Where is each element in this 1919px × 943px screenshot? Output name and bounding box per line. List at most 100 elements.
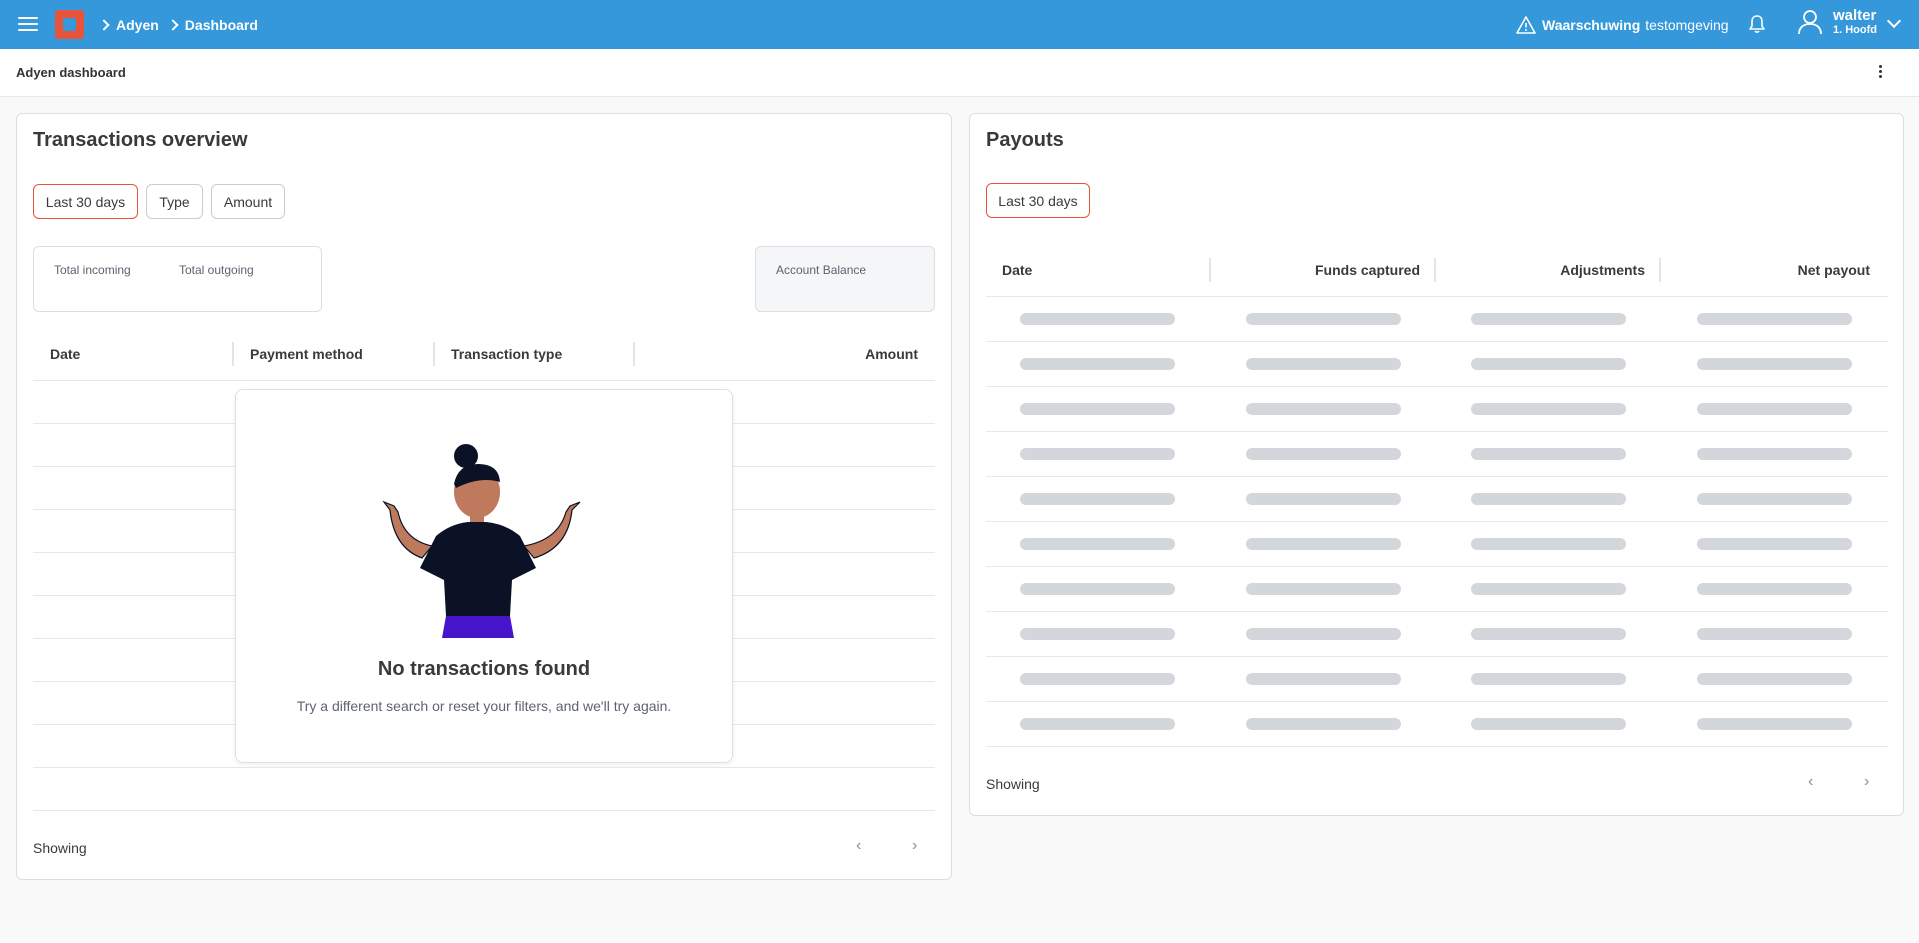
breadcrumb-item-adyen[interactable]: Adyen — [98, 17, 159, 33]
total-outgoing-label: Total outgoing — [179, 263, 254, 277]
filter-type[interactable]: Type — [146, 184, 203, 219]
loading-skeleton — [1471, 448, 1626, 460]
payouts-card — [969, 113, 1904, 816]
sub-header: Adyen dashboard — [0, 49, 1919, 97]
loading-skeleton — [1246, 538, 1401, 550]
breadcrumb-item-dashboard[interactable]: Dashboard — [167, 17, 258, 33]
empty-state: No transactions found Try a different se… — [235, 389, 733, 763]
warning-label: Waarschuwing — [1542, 16, 1641, 33]
app-logo[interactable] — [55, 10, 84, 39]
filter-last-30-days[interactable]: Last 30 days — [33, 184, 138, 219]
warning-env: testomgeving — [1645, 16, 1729, 33]
loading-skeleton — [1020, 718, 1175, 730]
loading-skeleton — [1020, 493, 1175, 505]
column-separator — [433, 342, 435, 366]
loading-skeleton — [1471, 313, 1626, 325]
shrugging-person-illustration — [382, 444, 581, 638]
table-row — [986, 656, 1888, 657]
table-divider — [986, 296, 1888, 297]
column-separator — [633, 342, 635, 366]
payouts-prev-page-icon[interactable]: ‹ — [1808, 773, 1813, 791]
loading-skeleton — [1246, 628, 1401, 640]
filter-amount[interactable]: Amount — [211, 184, 285, 219]
payouts-column-adjustments[interactable]: Adjustments — [1447, 262, 1645, 278]
loading-skeleton — [1471, 403, 1626, 415]
loading-skeleton — [1020, 583, 1175, 595]
table-row — [986, 386, 1888, 387]
loading-skeleton — [1697, 493, 1852, 505]
bell-icon[interactable] — [1746, 13, 1768, 35]
column-separator — [1659, 258, 1661, 282]
totals-summary: Total incoming Total outgoing — [33, 246, 322, 312]
transactions-prev-page-icon[interactable]: ‹ — [856, 837, 861, 855]
user-menu[interactable]: walter 1. Hoofd — [1833, 8, 1877, 38]
warning-icon — [1516, 15, 1536, 34]
loading-skeleton — [1246, 493, 1401, 505]
table-row — [986, 611, 1888, 612]
column-separator — [1209, 258, 1211, 282]
payouts-column-net-payout[interactable]: Net payout — [1672, 262, 1870, 278]
loading-skeleton — [1697, 583, 1852, 595]
payouts-column-date[interactable]: Date — [1002, 262, 1032, 278]
loading-skeleton — [1471, 673, 1626, 685]
chevron-right-icon — [98, 18, 110, 31]
page-title: Adyen dashboard — [16, 65, 126, 80]
breadcrumb: Adyen Dashboard — [98, 0, 266, 49]
table-row — [986, 701, 1888, 702]
loading-skeleton — [1246, 313, 1401, 325]
loading-skeleton — [1020, 403, 1175, 415]
loading-skeleton — [1697, 448, 1852, 460]
loading-skeleton — [1697, 718, 1852, 730]
account-balance-label: Account Balance — [776, 263, 867, 277]
empty-state-text: Try a different search or reset your fil… — [296, 698, 672, 714]
chevron-down-icon[interactable] — [1886, 13, 1902, 29]
table-row — [986, 431, 1888, 432]
payouts-column-funds-captured[interactable]: Funds captured — [1222, 262, 1420, 278]
payouts-showing: Showing — [986, 776, 1040, 792]
loading-skeleton — [1471, 538, 1626, 550]
payouts-next-page-icon[interactable]: › — [1864, 773, 1869, 791]
loading-skeleton — [1246, 448, 1401, 460]
loading-skeleton — [1471, 493, 1626, 505]
column-separator — [232, 342, 234, 366]
loading-skeleton — [1471, 583, 1626, 595]
loading-skeleton — [1697, 358, 1852, 370]
loading-skeleton — [1020, 313, 1175, 325]
loading-skeleton — [1020, 538, 1175, 550]
loading-skeleton — [1697, 403, 1852, 415]
loading-skeleton — [1246, 583, 1401, 595]
table-row — [33, 810, 935, 811]
payouts-filter-last-30-days[interactable]: Last 30 days — [986, 183, 1090, 218]
column-header-transaction-type[interactable]: Transaction type — [451, 346, 562, 362]
menu-icon[interactable] — [16, 14, 40, 34]
table-row — [986, 521, 1888, 522]
user-role: 1. Hoofd — [1833, 24, 1877, 36]
loading-skeleton — [1020, 448, 1175, 460]
table-row — [33, 767, 935, 768]
top-bar: Adyen Dashboard Waarschuwing testomgevin… — [0, 0, 1919, 49]
loading-skeleton — [1246, 718, 1401, 730]
transactions-next-page-icon[interactable]: › — [912, 837, 917, 855]
user-avatar-icon[interactable] — [1796, 8, 1824, 36]
loading-skeleton — [1246, 358, 1401, 370]
loading-skeleton — [1246, 673, 1401, 685]
loading-skeleton — [1697, 673, 1852, 685]
account-balance-summary: Account Balance — [755, 246, 935, 312]
chevron-right-icon — [167, 18, 179, 31]
loading-skeleton — [1697, 538, 1852, 550]
loading-skeleton — [1697, 628, 1852, 640]
total-incoming-label: Total incoming — [54, 263, 131, 277]
column-header-payment-method[interactable]: Payment method — [250, 346, 363, 362]
user-name: walter — [1833, 7, 1877, 24]
column-header-amount[interactable]: Amount — [840, 346, 918, 362]
loading-skeleton — [1471, 718, 1626, 730]
column-header-date[interactable]: Date — [50, 346, 80, 362]
transactions-title: Transactions overview — [33, 129, 248, 151]
empty-state-title: No transactions found — [377, 658, 591, 680]
loading-skeleton — [1471, 358, 1626, 370]
more-options-icon[interactable] — [1876, 63, 1884, 83]
environment-warning: Waarschuwing testomgeving — [1516, 0, 1729, 49]
payouts-title: Payouts — [986, 129, 1064, 151]
column-separator — [1434, 258, 1436, 282]
loading-skeleton — [1697, 313, 1852, 325]
